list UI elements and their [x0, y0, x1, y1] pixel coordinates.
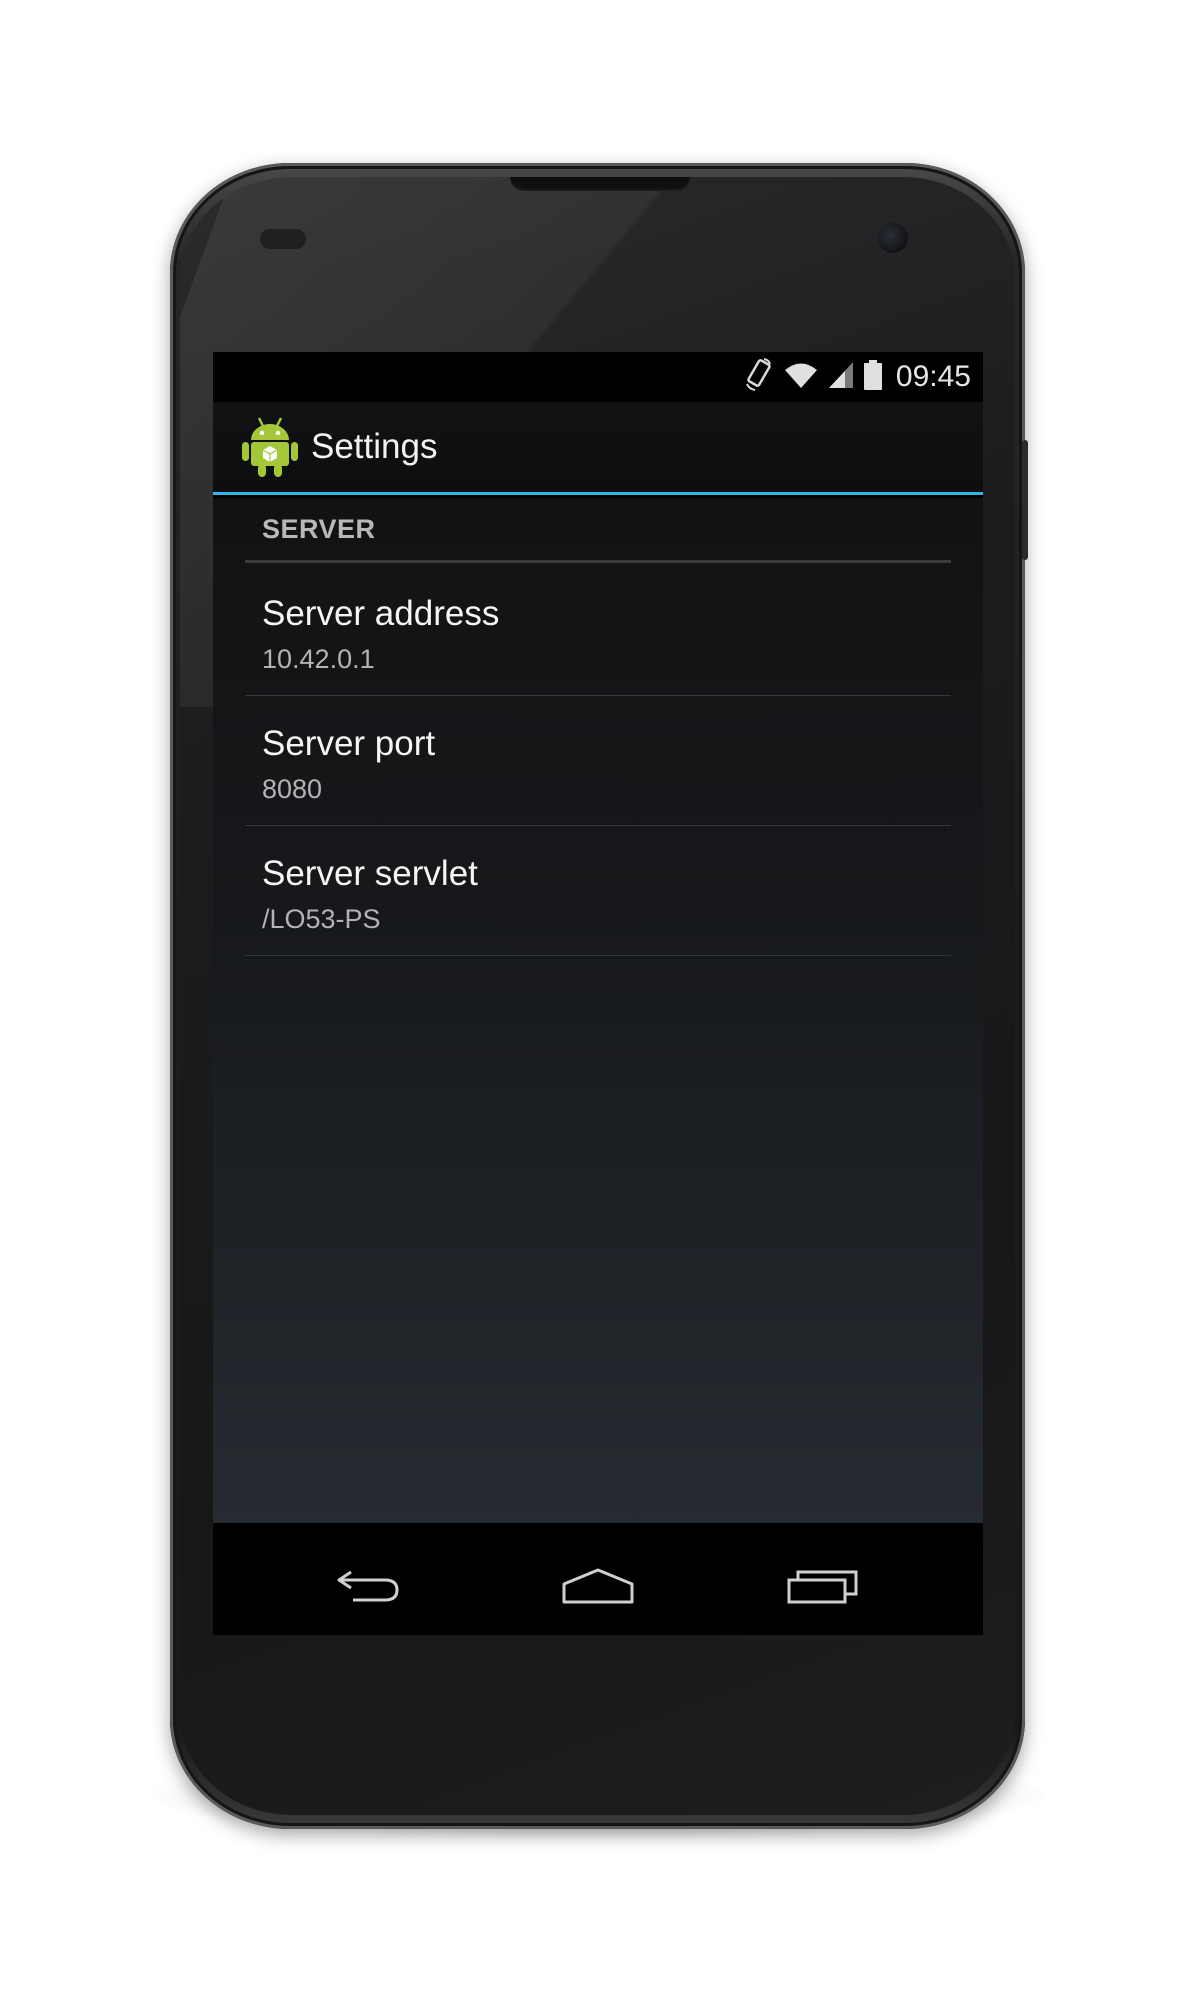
pref-title: Server servlet	[262, 854, 478, 893]
power-button[interactable]	[1022, 440, 1028, 560]
signal-icon	[828, 361, 854, 394]
earpiece-speaker	[510, 177, 690, 191]
back-button[interactable]	[323, 1558, 413, 1618]
phone-screen: 09:45 Settings SERVER Server address 10.…	[213, 352, 983, 1635]
category-label: SERVER	[262, 514, 376, 544]
battery-icon	[863, 359, 882, 395]
back-icon	[333, 1566, 403, 1611]
front-camera	[878, 223, 908, 253]
home-icon	[561, 1566, 635, 1611]
pref-summary: 10.42.0.1	[262, 644, 375, 674]
pref-title: Server port	[262, 724, 436, 763]
home-button[interactable]	[553, 1558, 643, 1618]
proximity-sensor	[260, 229, 306, 249]
navigation-bar	[213, 1540, 983, 1635]
pref-server-port[interactable]: Server port 8080	[245, 696, 951, 826]
status-bar: 09:45	[213, 352, 983, 402]
android-app-icon[interactable]	[241, 416, 299, 478]
status-icons: 09:45	[744, 352, 971, 402]
action-bar: Settings	[213, 402, 983, 495]
pref-summary: /LO53-PS	[262, 904, 381, 934]
pref-server-address[interactable]: Server address 10.42.0.1	[245, 566, 951, 696]
category-header-server: SERVER	[245, 498, 951, 563]
wifi-icon	[784, 361, 818, 394]
rotate-icon	[744, 357, 774, 397]
action-bar-title: Settings	[311, 427, 438, 466]
pref-summary: 8080	[262, 774, 323, 804]
pref-title: Server address	[262, 594, 500, 633]
device-stage: 09:45 Settings SERVER Server address 10.…	[0, 0, 1195, 1994]
recent-apps-icon	[786, 1566, 860, 1611]
recent-apps-button[interactable]	[778, 1558, 868, 1618]
status-time: 09:45	[895, 360, 971, 393]
pref-server-servlet[interactable]: Server servlet /LO53-PS	[245, 826, 951, 956]
settings-list: SERVER Server address 10.42.0.1 Server p…	[213, 498, 983, 1523]
